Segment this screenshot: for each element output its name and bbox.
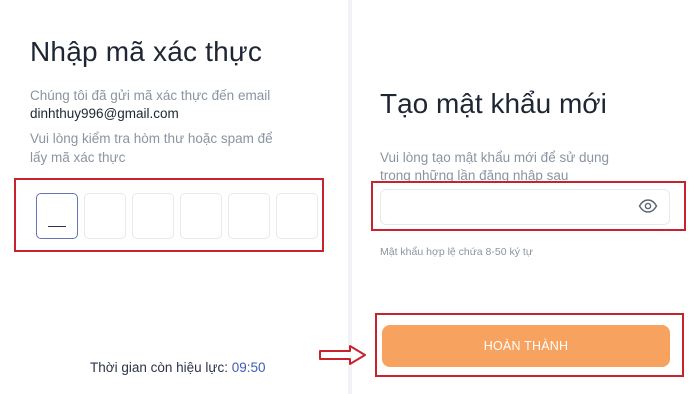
otp-digit-4[interactable] xyxy=(180,193,222,239)
spam-instruction: Vui lòng kiểm tra hòm thư hoặc spam để xyxy=(30,131,273,146)
otp-digit-1[interactable] xyxy=(36,193,78,239)
verification-title: Nhập mã xác thực xyxy=(30,36,263,67)
password-hint: Mật khẩu hợp lệ chứa 8-50 ký tự xyxy=(380,246,533,258)
timer-label: Thời gian còn hiệu lực: xyxy=(90,360,228,375)
new-password-description-cont: trong những lần đăng nhập sau xyxy=(380,168,569,182)
complete-button[interactable]: HOÀN THÀNH xyxy=(382,325,670,367)
otp-digit-2[interactable] xyxy=(84,193,126,239)
eye-icon[interactable] xyxy=(638,198,658,214)
new-password-description: Vui lòng tạo mật khẩu mới để sử dụng xyxy=(380,150,610,165)
validity-timer: Thời gian còn hiệu lực: 09:50 xyxy=(90,360,266,375)
right-arrow-icon xyxy=(319,345,366,365)
otp-input-group xyxy=(36,193,318,239)
verification-description: Chúng tôi đã gửi mã xác thực đến email xyxy=(30,88,271,103)
new-password-input[interactable] xyxy=(380,189,670,225)
spam-instruction-cont: lấy mã xác thực xyxy=(30,150,126,165)
timer-value: 09:50 xyxy=(231,360,266,375)
new-password-title: Tạo mật khẩu mới xyxy=(380,88,607,119)
otp-digit-6[interactable] xyxy=(276,193,318,239)
otp-digit-3[interactable] xyxy=(132,193,174,239)
verification-email: dinhthuy996@gmail.com xyxy=(30,106,179,121)
otp-digit-5[interactable] xyxy=(228,193,270,239)
